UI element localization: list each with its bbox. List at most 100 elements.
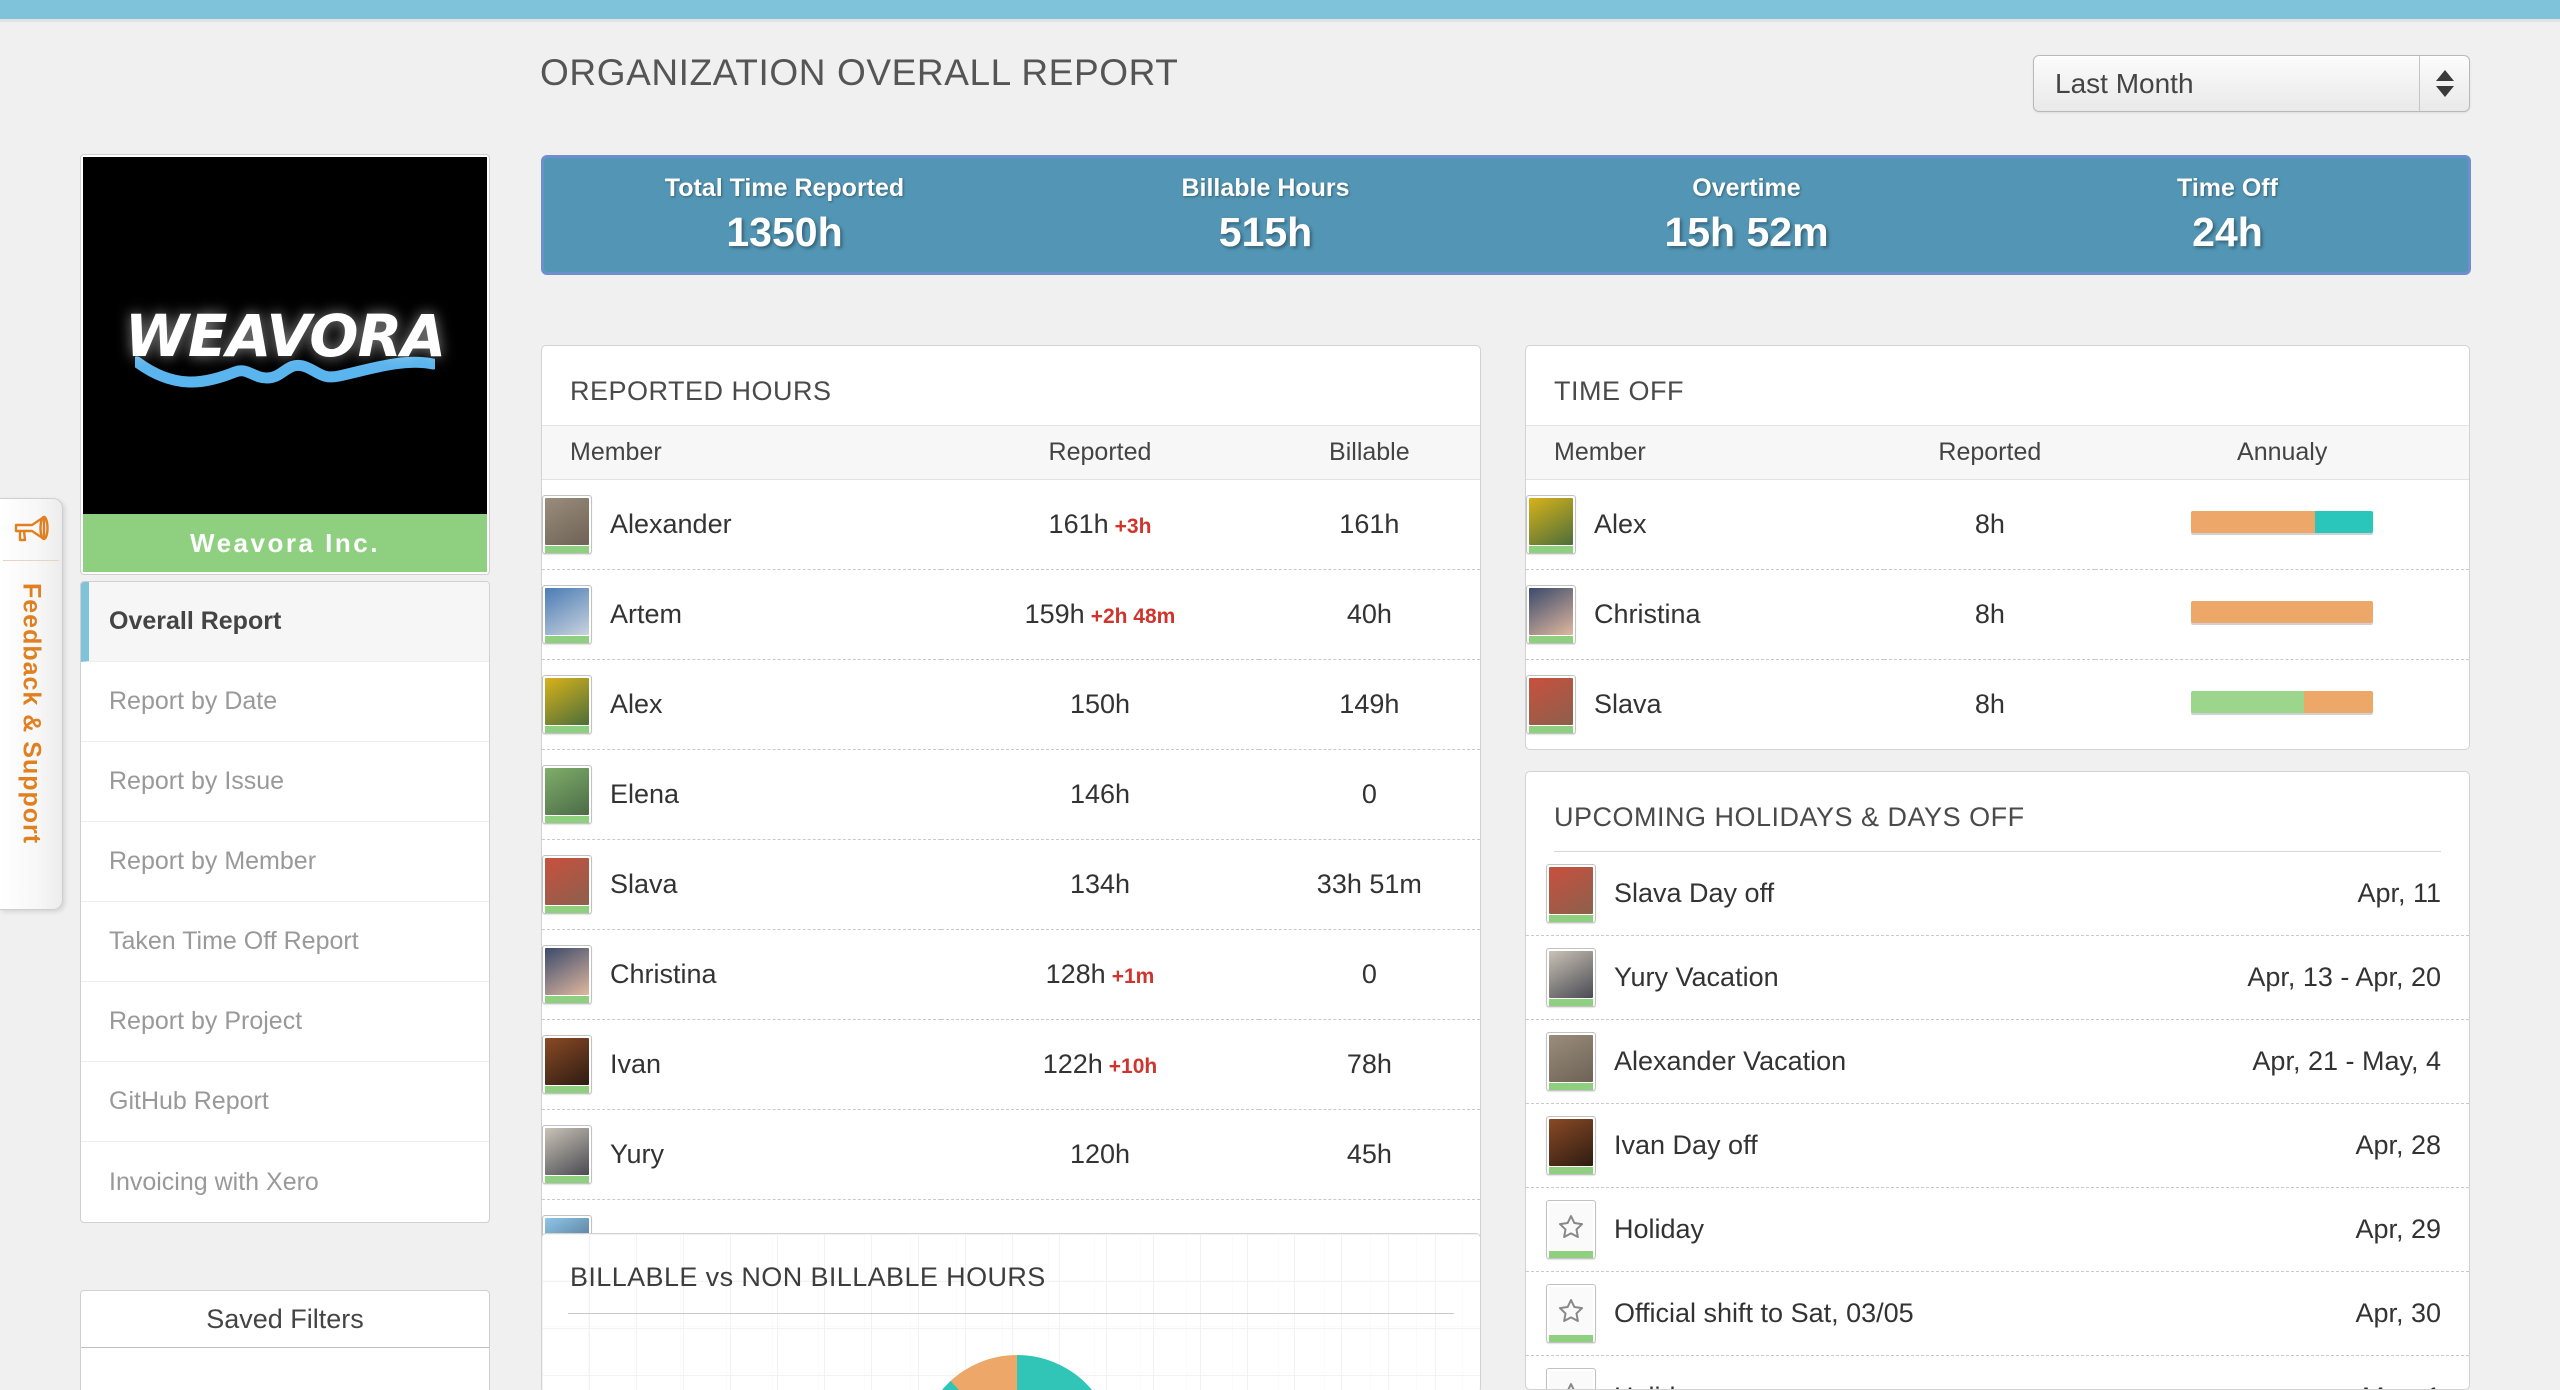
list-item[interactable]: HolidayMay, 1 <box>1526 1356 2469 1389</box>
upcoming-holidays-card: UPCOMING HOLIDAYS & DAYS OFF Slava Day o… <box>1525 771 2470 1390</box>
column-header[interactable]: Member <box>1526 425 1885 480</box>
member-cell: Alexander <box>542 479 942 570</box>
avatar <box>1526 675 1576 734</box>
avatar-photo <box>545 948 589 995</box>
upcoming-holidays-title: UPCOMING HOLIDAYS & DAYS OFF <box>1554 802 2025 832</box>
member-name: Christina <box>610 959 717 989</box>
avatar-status-strip <box>545 636 589 643</box>
feedback-support-tab[interactable]: Feedback & Support <box>0 498 63 910</box>
period-select-value: Last Month <box>2055 67 2194 99</box>
sidebar-item-github-report[interactable]: GitHub Report <box>81 1062 489 1142</box>
avatar-photo <box>1529 498 1573 545</box>
star-avatar <box>1546 1284 1596 1343</box>
table-row[interactable]: Slava 8h <box>1526 660 2469 750</box>
member-name: Christina <box>1594 599 1701 629</box>
billable-cell: 149h <box>1258 659 1480 750</box>
table-row[interactable]: Yury 120h 45h <box>542 1109 1480 1200</box>
summary-stat-label: Total Time Reported <box>664 174 905 202</box>
avatar-status-strip <box>1549 1251 1593 1258</box>
star-icon <box>1549 1287 1593 1334</box>
billable-chart-title: BILLABLE vs NON BILLABLE HOURS <box>570 1262 1046 1292</box>
column-header[interactable]: Reported <box>941 425 1259 480</box>
sidebar-item-report-by-member[interactable]: Report by Member <box>81 822 489 902</box>
table-row[interactable]: Artem 159h +2h 48m 40h <box>542 569 1480 660</box>
avatar-photo <box>1549 1035 1593 1082</box>
billable-cell: 161h <box>1258 479 1480 570</box>
annual-usage-bar <box>2191 511 2374 533</box>
reported-value: 146h <box>1069 779 1131 809</box>
list-item[interactable]: Holiday Apr, 29 <box>1526 1188 2469 1272</box>
annual-bar-segment <box>2314 511 2374 533</box>
reported-cell: 161h +3h <box>941 479 1259 570</box>
member-name: Alex <box>1594 509 1647 539</box>
reported-value: 161h <box>1048 509 1109 539</box>
holiday-name: Official shift to Sat, 03/05 <box>1614 1298 1914 1328</box>
avatar <box>1546 948 1596 1007</box>
star-icon <box>1549 1203 1593 1250</box>
table-row[interactable]: Slava 134h 33h 51m <box>542 839 1480 930</box>
summary-stat-value: 1350h <box>726 209 843 255</box>
sidebar-item-report-by-issue[interactable]: Report by Issue <box>81 742 489 822</box>
table-row[interactable]: Alex 8h <box>1526 479 2469 570</box>
sidebar-item-label: Report by Project <box>109 1007 303 1035</box>
reported-cell: 8h <box>1974 689 2005 719</box>
sidebar-item-report-by-project[interactable]: Report by Project <box>81 982 489 1062</box>
reported-cell: 8h <box>1884 569 2096 660</box>
list-item[interactable]: Official shift to Sat, 03/05 Apr, 30 <box>1526 1272 2469 1356</box>
star-icon <box>1549 1371 1593 1389</box>
reported-cell: 159h +2h 48m <box>941 569 1259 660</box>
avatar <box>542 1035 592 1094</box>
reported-cell: 128h +1m <box>941 929 1259 1020</box>
sidebar-item-taken-time-off-report[interactable]: Taken Time Off Report <box>81 902 489 982</box>
holiday-name: Alexander Vacation <box>1614 1046 1847 1076</box>
chevron-up-icon <box>2435 70 2454 81</box>
billable-cell: 78h <box>1258 1019 1480 1110</box>
member-name: Alexander <box>610 509 732 539</box>
sidebar-item-overall-report[interactable]: Overall Report <box>81 582 489 662</box>
avatar-photo <box>545 498 589 545</box>
logo-wordmark: WEAVORA <box>124 301 446 370</box>
avatar-photo <box>545 1038 589 1085</box>
billable-vs-nonbillable-card: BILLABLE vs NON BILLABLE HOURS <box>541 1233 1481 1390</box>
sidebar-item-report-by-date[interactable]: Report by Date <box>81 662 489 742</box>
annual-usage-bar <box>2191 601 2374 623</box>
sidebar-item-invoicing-with-xero[interactable]: Invoicing with Xero <box>81 1142 489 1222</box>
reported-cell: 120h <box>941 1109 1259 1200</box>
overtime-badge: +2h 48m <box>1090 605 1176 628</box>
table-row[interactable]: Christina 8h <box>1526 569 2469 660</box>
table-row[interactable]: Ivan 122h +10h 78h <box>542 1019 1480 1110</box>
feedback-divider <box>3 560 59 561</box>
member-name: Alex <box>610 689 663 719</box>
column-header[interactable]: Annualy <box>2095 425 2469 480</box>
sidebar-item-label: GitHub Report <box>109 1087 269 1115</box>
annual-cell <box>2095 660 2469 750</box>
reported-value: 134h <box>1069 869 1131 899</box>
reported-cell: 146h <box>941 749 1259 840</box>
table-row[interactable]: Christina 128h +1m 0 <box>542 929 1480 1020</box>
period-select-spinner[interactable] <box>2419 56 2469 111</box>
table-row[interactable]: Alexander 161h +3h 161h <box>542 479 1480 570</box>
summary-stat: Billable Hours 515h <box>1025 158 1506 272</box>
organization-logo-image: WEAVORA <box>83 157 487 514</box>
period-select[interactable]: Last Month <box>2033 55 2470 112</box>
column-header[interactable]: Billable <box>1258 425 1480 480</box>
summary-stat: Total Time Reported 1350h <box>544 158 1025 272</box>
column-header[interactable]: Reported <box>1884 425 2096 480</box>
list-item[interactable]: Alexander Vacation Apr, 21 - May, 4 <box>1526 1020 2469 1104</box>
annual-bar-segment <box>2191 691 2305 713</box>
table-row[interactable]: Elena 146h 0 <box>542 749 1480 840</box>
list-item[interactable]: Yury Vacation Apr, 13 - Apr, 20 <box>1526 936 2469 1020</box>
summary-stat: Time Off 24h <box>1987 158 2468 272</box>
sidebar-item-label: Report by Issue <box>109 767 285 795</box>
list-item[interactable]: Ivan Day off Apr, 28 <box>1526 1104 2469 1188</box>
holiday-date: Apr, 21 - May, 4 <box>2252 1046 2441 1076</box>
sidebar-item-label: Taken Time Off Report <box>109 927 359 955</box>
organization-name: Weavora Inc. <box>83 514 487 572</box>
reported-value: 122h <box>1042 1049 1103 1079</box>
column-header[interactable]: Member <box>542 425 942 480</box>
table-row[interactable]: Alex 150h 149h <box>542 659 1480 750</box>
member-cell: Yury <box>542 1109 942 1200</box>
annual-cell <box>2095 479 2469 570</box>
list-item[interactable]: Slava Day off Apr, 11 <box>1526 852 2469 936</box>
reported-cell: 122h +10h <box>941 1019 1259 1110</box>
